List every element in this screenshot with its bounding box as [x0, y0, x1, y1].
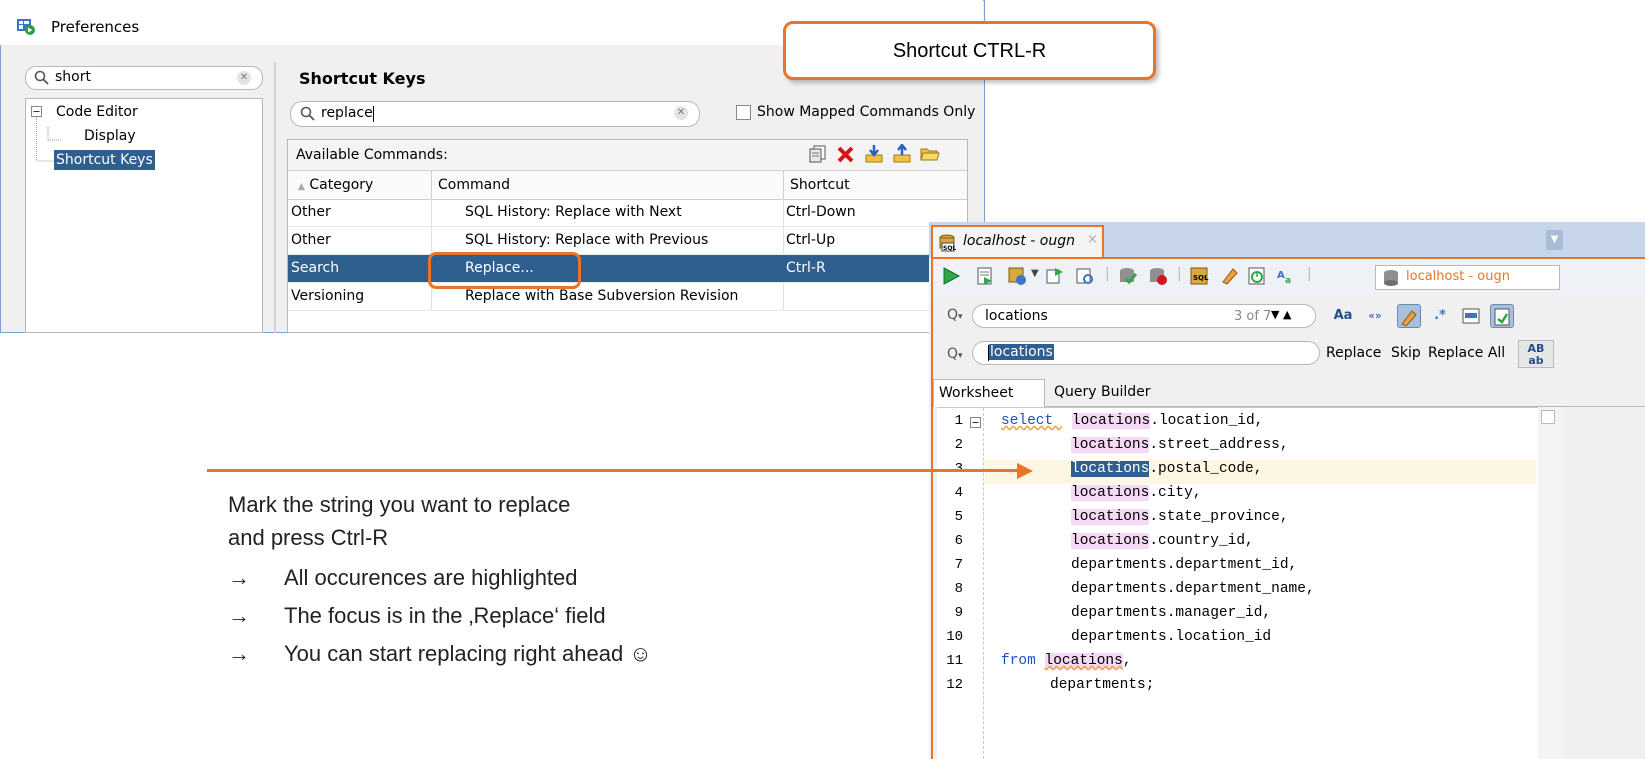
- show-mapped-label[interactable]: Show Mapped Commands Only: [757, 104, 975, 120]
- clear-icon[interactable]: ✕: [674, 106, 688, 120]
- table-row[interactable]: Versioning Replace with Base Subversion …: [288, 283, 967, 311]
- table-row-selected[interactable]: Search Replace... Ctrl-R: [288, 255, 967, 283]
- annotation-bullet: All occurences are highlighted: [284, 565, 578, 590]
- cell-category: Other: [288, 227, 432, 254]
- shortcut-callout: Shortcut CTRL-R: [783, 21, 1156, 80]
- column-header-category[interactable]: ▲ Category: [288, 171, 432, 199]
- cell-category: Search: [288, 255, 432, 282]
- column-header-shortcut[interactable]: Shortcut: [784, 171, 967, 199]
- splitter[interactable]: [274, 62, 276, 333]
- search-icon: [300, 106, 315, 121]
- column-header-command[interactable]: Command: [432, 171, 784, 199]
- preferences-tree: Code Editor Display Shortcut Keys: [25, 98, 263, 333]
- worksheet-document-tab[interactable]: SQL localhost - ougn ×: [931, 225, 1104, 258]
- shortcut-search-value: replace: [321, 105, 373, 121]
- shortcut-search-input[interactable]: replace ✕: [290, 101, 700, 127]
- pointer-arrow-line: [207, 469, 1019, 472]
- cell-category: Versioning: [288, 283, 432, 310]
- annotation-bullet: The focus is in the ‚Replace‘ field: [284, 603, 606, 628]
- tree-item-code-editor[interactable]: Code Editor: [56, 102, 138, 122]
- sql-worksheet-icon: SQL: [939, 234, 956, 252]
- filter-value: short: [55, 69, 91, 85]
- cell-category: Other: [288, 199, 432, 226]
- cell-command: SQL History: Replace with Previous: [432, 227, 784, 254]
- search-icon: [34, 70, 49, 85]
- pointer-arrow-head: [1017, 463, 1033, 479]
- close-tab-icon[interactable]: ×: [1087, 232, 1098, 247]
- arrow-glyph: →: [228, 641, 250, 666]
- clear-icon[interactable]: ✕: [237, 71, 251, 85]
- show-mapped-checkbox[interactable]: [736, 105, 751, 120]
- arrow-glyph: →: [228, 603, 250, 628]
- commands-table-header: ▲ Category Command Shortcut: [288, 171, 967, 200]
- tree-item-shortcut-keys[interactable]: Shortcut Keys: [54, 150, 155, 170]
- column-category-label: Category: [309, 177, 374, 193]
- preferences-title: Preferences: [51, 18, 140, 36]
- delete-icon[interactable]: [836, 144, 856, 164]
- table-row[interactable]: Other SQL History: Replace with Previous…: [288, 227, 967, 255]
- text-caret: [373, 106, 374, 122]
- export-icon[interactable]: [892, 144, 912, 164]
- section-title: Shortcut Keys: [299, 69, 426, 88]
- annotation-bullet: You can start replacing right ahead ☺: [284, 641, 652, 666]
- preferences-filter-input[interactable]: short ✕: [25, 66, 263, 90]
- tree-item-display[interactable]: Display: [84, 126, 136, 146]
- cell-command: SQL History: Replace with Next: [432, 199, 784, 226]
- import-icon[interactable]: [864, 144, 884, 164]
- table-row[interactable]: Other SQL History: Replace with Next Ctr…: [288, 199, 967, 227]
- preferences-icon: [17, 19, 35, 35]
- panel-highlight-frame: [931, 257, 1645, 759]
- collapse-icon[interactable]: [31, 106, 42, 117]
- duplicate-icon[interactable]: [808, 144, 828, 164]
- arrow-glyph: →: [228, 565, 250, 590]
- document-tab-title: localhost - ougn: [963, 233, 1075, 249]
- commands-toolbar: Available Commands:: [288, 140, 967, 171]
- callout-text: Shortcut CTRL-R: [892, 40, 1047, 62]
- annotation-line-1: Mark the string you want to replace: [228, 492, 571, 517]
- available-commands-label: Available Commands:: [296, 147, 448, 163]
- replace-command-highlight: [428, 252, 581, 289]
- tab-list-icon[interactable]: ▼: [1546, 230, 1563, 250]
- annotation-line-2: and press Ctrl-R: [228, 525, 389, 550]
- open-folder-icon[interactable]: [920, 144, 940, 164]
- svg-text:SQL: SQL: [943, 245, 956, 252]
